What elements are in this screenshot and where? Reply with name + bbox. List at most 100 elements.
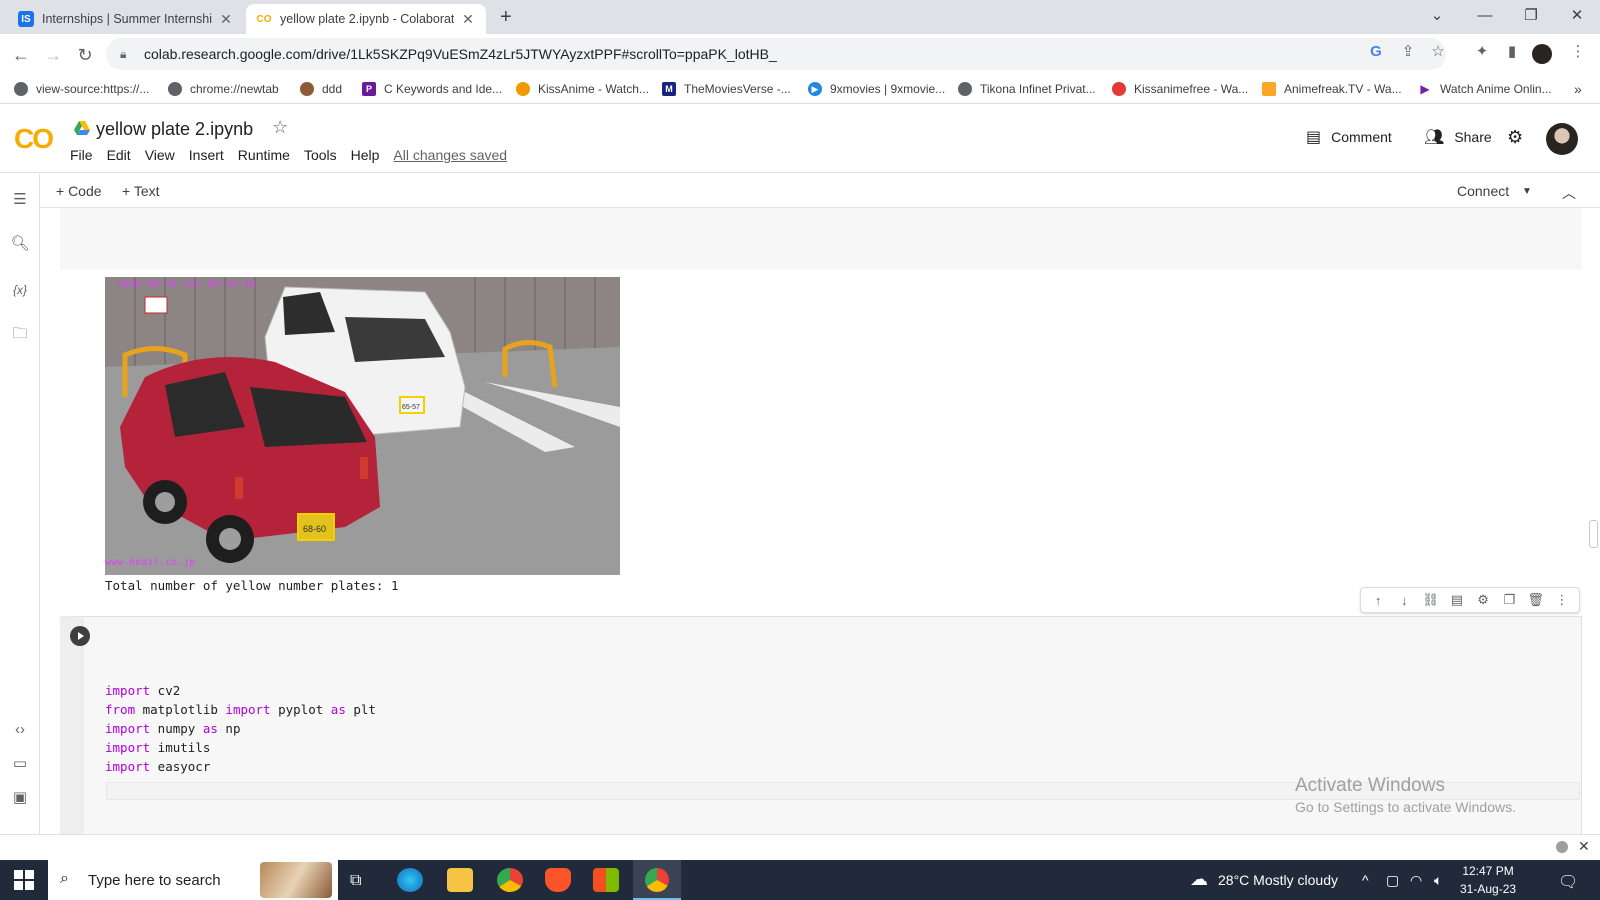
more-options-icon[interactable]: ⋮ — [1553, 592, 1571, 608]
menu-edit[interactable]: Edit — [107, 147, 131, 163]
wifi-icon[interactable]: ◠ — [1410, 872, 1422, 889]
profile-avatar-icon[interactable] — [1532, 44, 1552, 64]
connect-button[interactable]: Connect — [1457, 183, 1509, 199]
bookmark-item[interactable]: ▶ Watch Anime Onlin... — [1418, 80, 1551, 98]
microsoft-store-icon[interactable] — [593, 868, 619, 892]
task-view-icon[interactable]: ⧉ — [350, 872, 361, 890]
drive-icon[interactable] — [74, 121, 90, 135]
close-status-icon[interactable]: ✕ — [1578, 838, 1590, 855]
plate-text-van: 65-57 — [402, 404, 420, 411]
folder-icon[interactable]: 🗀 — [10, 324, 30, 344]
extensions-icon[interactable]: ✦ — [1472, 42, 1492, 62]
code-editor[interactable]: import cv2 from matplotlib import pyplot … — [105, 681, 376, 776]
bookmark-item[interactable]: view-source:https://... — [14, 80, 149, 98]
scrollbar-thumb[interactable] — [1589, 520, 1598, 548]
notebook-title[interactable]: yellow plate 2.ipynb — [96, 119, 253, 140]
share-button[interactable]: 👥︎ Share — [1424, 127, 1492, 147]
tab-search-icon[interactable]: ⌄ — [1414, 4, 1460, 28]
settings-gear-icon[interactable]: ⚙ — [1507, 127, 1523, 148]
bookmark-item[interactable]: ▶ 9xmovies | 9xmovie... — [808, 80, 945, 98]
volume-icon[interactable]: 🔈︎ — [1434, 872, 1442, 889]
bookmark-item[interactable]: Tikona Infinet Privat... — [958, 80, 1096, 98]
bookmark-item[interactable]: Kissanimefree - Wa... — [1112, 80, 1248, 98]
side-panel-icon[interactable]: ▮ — [1502, 42, 1522, 62]
bookmark-item[interactable]: ddd — [300, 80, 342, 98]
menu-tools[interactable]: Tools — [304, 147, 337, 163]
menu-view[interactable]: View — [145, 147, 175, 163]
back-icon[interactable]: ← — [8, 42, 34, 68]
bookmark-item[interactable]: PC Keywords and Ide... — [362, 80, 502, 98]
colab-logo[interactable]: CO — [14, 123, 54, 155]
save-status[interactable]: All changes saved — [393, 147, 507, 163]
restore-icon[interactable]: ❐ — [1508, 4, 1554, 28]
star-icon[interactable]: ☆ — [272, 117, 288, 138]
windows-start-icon[interactable] — [14, 870, 34, 890]
previous-code-cell[interactable] — [60, 208, 1582, 270]
add-text-button[interactable]: + Text — [122, 183, 160, 199]
delete-icon[interactable]: 🗑︎ — [1527, 592, 1545, 608]
browser-tab-internships[interactable]: IS Internships | Summer Internship 2 ✕ — [8, 4, 244, 34]
more-bookmarks-icon[interactable]: » — [1574, 80, 1582, 98]
move-up-icon[interactable]: ↑ — [1369, 593, 1387, 608]
edge-icon[interactable] — [397, 868, 423, 892]
comment-icon[interactable]: ▤ — [1448, 592, 1466, 608]
address-bar[interactable]: 🔒︎ colab.research.google.com/drive/1Lk5S… — [106, 38, 1446, 70]
browser-tab-colab[interactable]: CO yellow plate 2.ipynb - Colaborato ✕ — [246, 4, 486, 34]
code-token: pyplot — [270, 702, 331, 717]
menu-file[interactable]: File — [70, 147, 93, 163]
bookmark-star-icon[interactable]: ☆ — [1428, 42, 1448, 62]
terminal-icon[interactable]: ▣ — [10, 788, 30, 808]
link-icon[interactable]: ⛓ — [1422, 592, 1440, 608]
variables-icon[interactable]: {x} — [10, 280, 30, 300]
tab-title: Internships | Summer Internship 2 — [42, 12, 212, 26]
mirror-cell-icon[interactable]: ❐ — [1500, 592, 1518, 608]
add-code-button[interactable]: + Code — [56, 183, 102, 199]
chrome-active-icon[interactable] — [633, 860, 681, 900]
code-line: from matplotlib import pyplot as plt — [105, 700, 376, 719]
url-text: colab.research.google.com/drive/1Lk5SKZP… — [144, 46, 777, 62]
clock[interactable]: 12:47 PM 31-Aug-23 — [1460, 862, 1516, 898]
command-palette-icon[interactable]: ▭ — [10, 754, 30, 774]
forward-icon[interactable]: → — [40, 42, 66, 68]
code-keyword: import — [225, 702, 271, 717]
code-snippets-icon[interactable]: ‹› — [10, 720, 30, 740]
minimize-icon[interactable]: — — [1462, 4, 1508, 28]
code-keyword: as — [202, 721, 218, 736]
move-down-icon[interactable]: ↓ — [1395, 593, 1413, 608]
reload-icon[interactable]: ↻ — [72, 42, 98, 68]
close-tab-icon[interactable]: ✕ — [460, 11, 476, 28]
table-of-contents-icon[interactable]: ☰ — [10, 190, 30, 210]
close-window-icon[interactable]: ✕ — [1554, 4, 1600, 28]
bookmark-item[interactable]: KissAnime - Watch... — [516, 80, 649, 98]
chrome-icon[interactable] — [497, 868, 523, 892]
user-avatar[interactable] — [1546, 123, 1578, 155]
bookmark-item[interactable]: M TheMoviesVerse -... — [662, 80, 791, 98]
file-explorer-icon[interactable] — [447, 868, 473, 892]
weather-text[interactable]: 28°C Mostly cloudy — [1218, 872, 1338, 888]
comment-button[interactable]: ▤ Comment — [1306, 127, 1392, 147]
play-icon: ▶ — [808, 82, 822, 96]
share-page-icon[interactable]: ⇪ — [1398, 42, 1418, 62]
google-lens-icon[interactable]: G — [1366, 42, 1386, 62]
meet-now-icon[interactable]: ▢ — [1386, 872, 1399, 889]
show-hidden-icons[interactable]: ^ — [1362, 872, 1369, 888]
cell-settings-icon[interactable]: ⚙ — [1474, 592, 1492, 608]
cloudy-weather-icon[interactable]: ☁ — [1190, 869, 1208, 890]
collapse-header-icon[interactable]: ︿ — [1562, 183, 1576, 203]
menu-help[interactable]: Help — [351, 147, 380, 163]
run-cell-button[interactable] — [70, 626, 90, 646]
taskbar-search[interactable]: ⌕ Type here to search — [48, 860, 338, 900]
clock-date: 31-Aug-23 — [1460, 882, 1517, 896]
new-tab-icon[interactable]: + — [500, 6, 512, 29]
search-icon[interactable]: 🔍︎ — [10, 234, 30, 254]
p-icon: P — [362, 82, 376, 96]
bookmark-item[interactable]: chrome://newtab — [168, 80, 279, 98]
connect-dropdown-icon[interactable]: ▼ — [1522, 186, 1532, 197]
notifications-icon[interactable]: 🗨︎ — [1558, 872, 1578, 892]
more-menu-icon[interactable]: ⋮ — [1568, 42, 1588, 62]
menu-runtime[interactable]: Runtime — [238, 147, 290, 163]
menu-insert[interactable]: Insert — [189, 147, 224, 163]
bookmark-item[interactable]: Animefreak.TV - Wa... — [1262, 80, 1402, 98]
close-tab-icon[interactable]: ✕ — [218, 11, 234, 28]
brave-icon[interactable] — [545, 868, 571, 892]
